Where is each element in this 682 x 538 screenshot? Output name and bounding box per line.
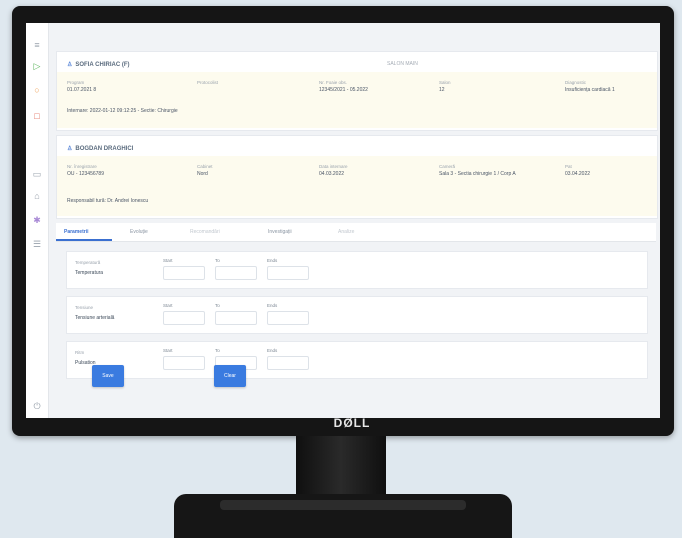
start-input[interactable] [163,356,205,370]
active-tab-indicator [56,239,112,241]
patient-card-title: ♙ SOFIA CHIRIAC (F) [67,62,130,68]
doctor-note: Responsabil tură: Dr. Andrei Ionescu [67,198,149,204]
column-label: To [215,303,220,308]
field-label: Pat [565,164,572,169]
tab-evolutie[interactable]: Evoluție [130,229,148,235]
monitor-bezel: ≡ ▷ ○ □ ▭ ⌂ ✱ ☰ ⏻ ♙ SOFIA CHIRIAC (F) SAL… [12,6,674,436]
column-label: Start [163,258,173,263]
tab-analize[interactable]: Analize [338,229,354,235]
tab-investigatii[interactable]: Investigații [268,229,292,235]
field-label: Nr. înregistrare [67,164,97,169]
app-screen: ≡ ▷ ○ □ ▭ ⌂ ✱ ☰ ⏻ ♙ SOFIA CHIRIAC (F) SAL… [26,23,660,418]
doctor-icon: ♙ [67,146,73,152]
field-value: 12345/2021 - 05.2022 [319,87,368,93]
ends-input[interactable] [267,311,309,325]
tab-recomandari[interactable]: Recomandări [190,229,220,235]
patient-note: Internare: 2022-01-12 09:12:25 - Sectie:… [67,108,178,114]
measurement-name: Tensiune arterială [75,315,115,321]
field-label: Protocolist [197,80,219,85]
field-value: Sala 3 - Sectia chirurgie 1 / Corp A [439,171,516,177]
field-value: Insuficiența cardiacă 1 [565,87,615,93]
document-icon[interactable]: □ [32,111,42,121]
column-label: To [215,258,220,263]
ends-input[interactable] [267,356,309,370]
sidebar: ≡ ▷ ○ □ ▭ ⌂ ✱ ☰ ⏻ [26,23,49,418]
field-value: 04.03.2022 [319,171,345,177]
field-value: 12 [439,87,445,93]
start-input[interactable] [163,311,205,325]
column-label: Start [163,303,173,308]
field-label: Diagnostic [565,80,587,85]
measurement-small-label: Ritm [75,350,85,355]
field-label: Program [67,80,85,85]
field-value: Nord [197,171,208,177]
monitor-stand-neck [296,436,386,500]
column-label: To [215,348,220,353]
field-value: 01.07.2021 8 [67,87,97,93]
user-icon[interactable]: ○ [32,85,42,95]
tab-parametrii[interactable]: Parametrii [64,229,88,235]
field-label: Cabinet [197,164,213,169]
ends-input[interactable] [267,266,309,280]
doctor-card: ♙ BOGDAN DRAGHICI Nr. înregistrare OU - 1… [56,135,658,219]
start-input[interactable] [163,266,205,280]
field-value: OU - 123456789 [67,171,104,177]
to-input[interactable] [215,266,257,280]
tab-bar: Parametrii Evoluție Recomandări Investig… [56,223,656,242]
measurement-temperature: Temperatură Temperatura Start To Ends [66,251,648,289]
column-label: Ends [267,303,278,308]
save-button[interactable]: Save [92,365,124,387]
patient-icon: ♙ [67,62,73,68]
monitor-logo: DØLL [333,416,371,430]
measurement-pulse: Ritm Pulsation Start To Ends [66,341,648,379]
clear-button[interactable]: Clear [214,365,246,387]
play-icon[interactable]: ▷ [32,61,42,71]
field-label: Data internare [319,164,348,169]
logout-icon[interactable]: ⏻ [32,401,42,411]
folder-icon[interactable]: ▭ [32,169,42,179]
field-value: 03.04.2022 [565,171,591,177]
column-label: Ends [267,258,278,263]
measurement-pressure: Tensiune Tensiune arterială Start To End… [66,296,648,334]
measurement-name: Temperatura [75,270,104,276]
center-tag: SALON MAIN [387,61,418,67]
column-label: Start [163,348,173,353]
settings-icon[interactable]: ✱ [32,215,42,225]
measurement-small-label: Tensiune [75,305,94,310]
measurement-small-label: Temperatură [75,260,101,265]
to-input[interactable] [215,311,257,325]
menu-icon[interactable]: ≡ [32,40,42,50]
patient-card: ♙ SOFIA CHIRIAC (F) SALON MAIN Program 01… [56,51,658,131]
field-label: Salon [439,80,451,85]
field-label: Nr. Foaie obs. [319,80,348,85]
list-icon[interactable]: ☰ [32,239,42,249]
monitor-stand-highlight [220,500,466,510]
lock-icon[interactable]: ⌂ [32,191,42,201]
column-label: Ends [267,348,278,353]
doctor-card-title: ♙ BOGDAN DRAGHICI [67,146,134,152]
main-content: ♙ SOFIA CHIRIAC (F) SALON MAIN Program 01… [56,23,658,418]
field-label: Cameră [439,164,456,169]
